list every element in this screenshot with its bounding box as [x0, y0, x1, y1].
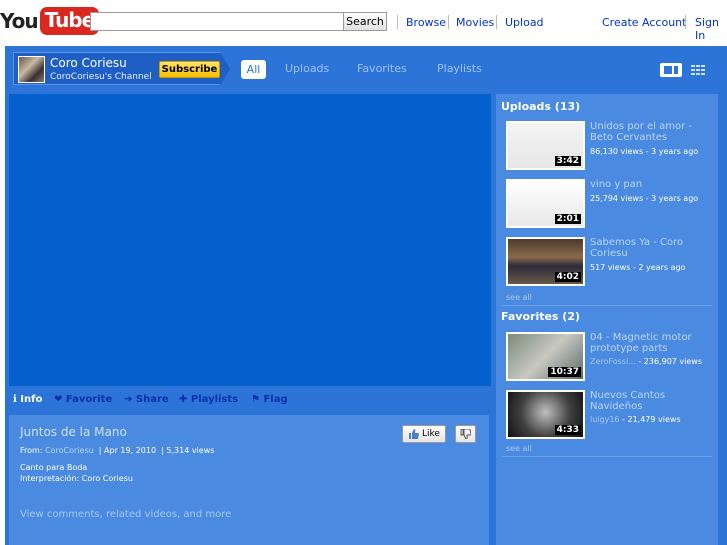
video-link[interactable]: Sabemos Ya - Coro Coriesu — [590, 237, 712, 259]
duration-badge: 10:37 — [548, 367, 581, 377]
create-account-link[interactable]: Create Account — [602, 16, 686, 29]
uploader-link[interactable]: ZeroFossi... — [590, 357, 636, 366]
sidebar: Uploads (13) 3:42 Unidos por el amor - B… — [496, 94, 718, 545]
channel-subtitle: CoroCoriesu's Channel — [50, 72, 152, 82]
video-stats: 86,130 views - 3 years ago — [590, 147, 699, 156]
tab-all[interactable]: All — [241, 60, 266, 79]
channel-frame: Coro Coriesu CoroCoriesu's Channel Subsc… — [5, 46, 727, 545]
video-description: Canto para Boda Interpretación: Coro Cor… — [20, 462, 133, 484]
from-label: From: — [20, 446, 43, 455]
tab-favorites[interactable]: Favorites — [357, 62, 407, 75]
player-view-icon — [664, 66, 672, 74]
favorite-item[interactable]: 4:33 Nuevos Cantos Navideños luigy16 - 2… — [506, 390, 716, 442]
view-count: - 21,479 views — [619, 415, 681, 424]
sign-in-link[interactable]: Sign In — [695, 16, 727, 42]
video-stats: ZeroFossi... - 236,907 views — [590, 356, 714, 367]
nav-divider — [397, 15, 398, 29]
uploader-link[interactable]: luigy16 — [590, 415, 620, 424]
share-arrow-icon: ➔ — [124, 394, 133, 405]
nav-divider — [685, 15, 686, 29]
like-label: Like — [422, 429, 440, 439]
video-thumbnail[interactable]: 3:42 — [506, 121, 585, 170]
video-link[interactable]: vino y pan — [590, 179, 712, 190]
author-link[interactable]: CoroCoriesu — [45, 446, 94, 455]
info-label: Info — [20, 394, 43, 405]
like-button[interactable]: Like — [402, 425, 446, 443]
view-count: 5,314 views — [166, 446, 215, 455]
share-label: Share — [135, 394, 169, 405]
video-link[interactable]: Nuevos Cantos Navideños — [590, 390, 712, 412]
dislike-button[interactable] — [455, 425, 476, 443]
favorite-label: Favorite — [65, 394, 113, 405]
page: You Tube Search Browse Movies Upload Cre… — [0, 0, 727, 545]
upload-link[interactable]: Upload — [505, 16, 544, 29]
upload-date: Apr 19, 2010 — [104, 446, 157, 455]
grid-view-icon[interactable] — [691, 65, 706, 75]
video-player[interactable] — [9, 94, 491, 386]
video-meta: From: CoroCoriesu | Apr 19, 2010 | 5,314… — [20, 446, 215, 455]
video-title: Juntos de la Mano — [20, 425, 127, 439]
nav-divider — [496, 15, 497, 29]
channel-name[interactable]: Coro Coriesu — [50, 56, 127, 70]
flag-action[interactable]: ⚑ Flag — [251, 394, 288, 405]
plus-icon: ✚ — [179, 394, 188, 405]
description-line: Interpretación: Coro Coriesu — [20, 474, 133, 483]
tab-uploads[interactable]: Uploads — [285, 62, 329, 75]
video-stats: 25,794 views - 3 years ago — [590, 194, 699, 203]
subscribe-button[interactable]: Subscribe — [159, 61, 220, 78]
video-link[interactable]: Unidos por el amor - Beto Cervantes — [590, 121, 712, 143]
movies-link[interactable]: Movies — [456, 16, 494, 29]
header-arrow — [220, 52, 230, 86]
share-action[interactable]: ➔ Share — [124, 394, 169, 405]
thumbs-down-icon — [460, 429, 471, 439]
search-button[interactable]: Search — [343, 12, 387, 31]
uploads-title: Uploads (13) — [501, 100, 581, 113]
nav-divider — [448, 15, 449, 29]
tab-playlists[interactable]: Playlists — [437, 62, 482, 75]
section-divider — [502, 305, 712, 306]
upload-item[interactable]: 3:42 Unidos por el amor - Beto Cervantes… — [506, 121, 716, 173]
view-count: - 236,907 views — [635, 357, 702, 366]
duration-badge: 4:33 — [554, 425, 581, 435]
video-thumbnail[interactable]: 2:01 — [506, 179, 585, 228]
youtube-logo[interactable]: You Tube — [0, 6, 100, 36]
channel-header: Coro Coriesu CoroCoriesu's Channel Subsc… — [13, 52, 221, 85]
channel-avatar[interactable] — [18, 56, 45, 83]
search-input[interactable] — [90, 12, 344, 31]
heart-icon: ❤ — [54, 394, 63, 405]
video-thumbnail[interactable]: 4:02 — [506, 237, 585, 286]
info-action[interactable]: ℹ Info — [13, 394, 42, 405]
duration-badge: 2:01 — [554, 214, 581, 224]
logo-you-text: You — [0, 9, 39, 33]
player-view-button[interactable] — [660, 63, 682, 77]
video-stats: luigy16 - 21,479 views — [590, 414, 714, 425]
duration-badge: 4:02 — [554, 272, 581, 282]
favorites-title: Favorites (2) — [501, 310, 581, 323]
video-thumbnail[interactable]: 4:33 — [506, 390, 585, 439]
favorite-item[interactable]: 10:37 04 - Magnetic motor prototype part… — [506, 332, 716, 384]
browse-link[interactable]: Browse — [406, 16, 446, 29]
video-info-panel: Juntos de la Mano From: CoroCoriesu | Ap… — [9, 415, 489, 545]
uploads-see-all-link[interactable]: see all — [506, 293, 532, 302]
section-divider — [502, 456, 712, 457]
upload-item[interactable]: 2:01 vino y pan 25,794 views - 3 years a… — [506, 179, 716, 231]
flag-label: Flag — [263, 394, 288, 405]
player-view-icon-side — [674, 66, 678, 74]
top-bar: You Tube Search Browse Movies Upload Cre… — [0, 0, 727, 44]
playlists-label: Playlists — [190, 394, 239, 405]
video-stats: 517 views - 2 years ago — [590, 263, 686, 272]
thumbs-up-icon — [409, 429, 419, 439]
favorites-see-all-link[interactable]: see all — [506, 444, 532, 453]
duration-badge: 3:42 — [554, 156, 581, 166]
playlists-action[interactable]: ✚ Playlists — [179, 394, 238, 405]
video-thumbnail[interactable]: 10:37 — [506, 332, 585, 381]
video-link[interactable]: 04 - Magnetic motor prototype parts — [590, 332, 712, 354]
flag-icon: ⚑ — [251, 394, 260, 405]
favorite-action[interactable]: ❤ Favorite — [54, 394, 112, 405]
description-line: Canto para Boda — [20, 463, 88, 472]
more-link[interactable]: View comments, related videos, and more — [20, 509, 231, 520]
info-icon: ℹ — [13, 394, 17, 405]
upload-item[interactable]: 4:02 Sabemos Ya - Coro Coriesu 517 views… — [506, 237, 716, 289]
